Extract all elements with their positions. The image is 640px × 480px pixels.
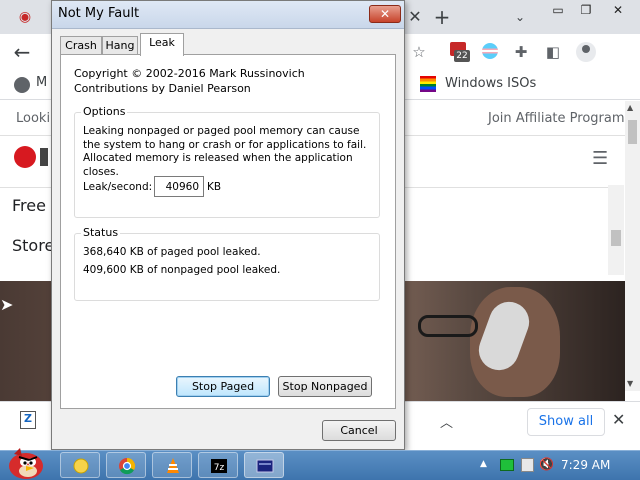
folder-icon	[73, 458, 89, 474]
cancel-button[interactable]: Cancel	[322, 420, 396, 441]
hero-glasses	[418, 315, 478, 337]
downloads-close-icon[interactable]: ✕	[612, 410, 625, 429]
chrome-icon	[119, 457, 136, 475]
nonpaged-pool-status: 409,600 KB of nonpaged pool leaked.	[83, 264, 281, 276]
taskbar-explorer-button[interactable]	[60, 452, 100, 478]
options-group-label: Options	[81, 105, 128, 118]
action-center-flag-icon[interactable]	[521, 458, 534, 472]
vlc-cone-icon	[167, 458, 179, 473]
tab-leak[interactable]: Leak	[140, 33, 184, 56]
svg-text:7z: 7z	[214, 463, 225, 473]
leak-tab-panel: Copyright © 2002-2016 Mark Russinovich C…	[60, 54, 396, 409]
tab-crash[interactable]: Crash	[60, 36, 102, 55]
dialog-titlebar[interactable]: Not My Fault ✕	[52, 1, 404, 29]
dialog-title: Not My Fault	[58, 6, 140, 21]
scroll-down-arrow-icon[interactable]: ▼	[627, 379, 633, 388]
stop-paged-button[interactable]: Stop Paged	[176, 376, 270, 397]
new-tab-button[interactable]: +	[430, 5, 454, 29]
start-button-angry-bird-icon[interactable]	[4, 444, 46, 480]
dialog-body: Crash Hang Leak Copyright © 2002-2016 Ma…	[52, 29, 404, 449]
scroll-up-arrow-icon[interactable]: ▲	[627, 103, 633, 112]
globe-icon	[14, 77, 30, 93]
menu-scrollbar-thumb[interactable]	[611, 230, 621, 246]
taskbar-clock[interactable]: 7:29 AM	[561, 458, 610, 472]
page-scrollbar[interactable]	[625, 101, 640, 391]
7zip-icon: 7z	[211, 459, 227, 473]
side-panel-icon[interactable]: ◧	[542, 41, 564, 63]
bookmark-item-truncated[interactable]: M	[36, 75, 47, 90]
tab-close-icon[interactable]: ✕	[405, 6, 425, 28]
trend-micro-logo-icon[interactable]	[14, 146, 36, 168]
dialog-close-button[interactable]: ✕	[369, 5, 401, 23]
extension-flag-icon[interactable]	[482, 43, 498, 59]
paged-pool-status: 368,640 KB of paged pool leaked.	[83, 246, 261, 258]
profile-avatar[interactable]	[576, 42, 596, 62]
leak-per-second-label: Leak/second:	[83, 181, 153, 193]
hamburger-menu-icon[interactable]: ☰	[592, 148, 608, 169]
download-file-icon[interactable]	[20, 411, 36, 429]
status-group-label: Status	[81, 226, 121, 239]
logo-text-fragment	[40, 148, 48, 166]
download-chevron-up-icon[interactable]: ︿	[440, 412, 453, 431]
taskbar-7zip-button[interactable]: 7z	[198, 452, 238, 478]
extensions-puzzle-icon[interactable]: ✚	[510, 41, 532, 63]
nav-store-link[interactable]: Store	[12, 236, 54, 255]
rainbow-flag-icon	[420, 76, 436, 92]
leak-per-second-input[interactable]	[154, 176, 204, 197]
nav-free-link[interactable]: Free	[12, 196, 46, 215]
options-groupbox: Options Leaking nonpaged or paged pool m…	[74, 105, 380, 218]
back-arrow-icon[interactable]: ←	[10, 40, 34, 64]
extension-badge: 22	[454, 50, 470, 62]
notmyfault-dialog: Not My Fault ✕ Crash Hang Leak Copyright…	[51, 0, 405, 450]
options-description: Leaking nonpaged or paged pool memory ca…	[83, 125, 367, 178]
leak-unit-label: KB	[207, 181, 222, 193]
window-close-button[interactable]: ✕	[600, 0, 636, 22]
page-looking-text: Looki	[16, 111, 51, 126]
affiliate-program-link[interactable]: Join Affiliate Program	[488, 111, 625, 126]
bookmark-windows-isos[interactable]: Windows ISOs	[445, 76, 536, 91]
window-restore-button[interactable]: ❐	[572, 0, 600, 22]
window-minimize-button[interactable]: ▭	[544, 0, 572, 22]
tray-overflow-icon[interactable]: ▲	[480, 459, 487, 469]
tab-hang[interactable]: Hang	[102, 36, 138, 55]
taskbar-notmyfault-button[interactable]	[244, 452, 284, 478]
stop-nonpaged-button[interactable]: Stop Nonpaged	[278, 376, 372, 397]
mouse-cursor-icon: ➤	[0, 295, 14, 314]
bookmark-star-icon[interactable]: ☆	[408, 41, 430, 63]
contributions-text: Contributions by Daniel Pearson	[74, 82, 251, 95]
page-scrollbar-thumb[interactable]	[628, 120, 637, 144]
network-icon[interactable]	[500, 459, 514, 471]
taskbar-vlc-button[interactable]	[152, 452, 192, 478]
tab-search-chevron-icon[interactable]: ⌄	[510, 6, 530, 28]
show-all-button[interactable]: Show all	[527, 408, 605, 436]
copyright-text: Copyright © 2002-2016 Mark Russinovich	[74, 67, 305, 80]
status-groupbox: Status 368,640 KB of paged pool leaked. …	[74, 226, 380, 301]
recording-icon: ◉	[18, 9, 32, 25]
notmyfault-icon	[256, 459, 274, 473]
volume-muted-icon[interactable]: 🔇	[539, 457, 554, 471]
taskbar-chrome-button[interactable]	[106, 452, 146, 478]
